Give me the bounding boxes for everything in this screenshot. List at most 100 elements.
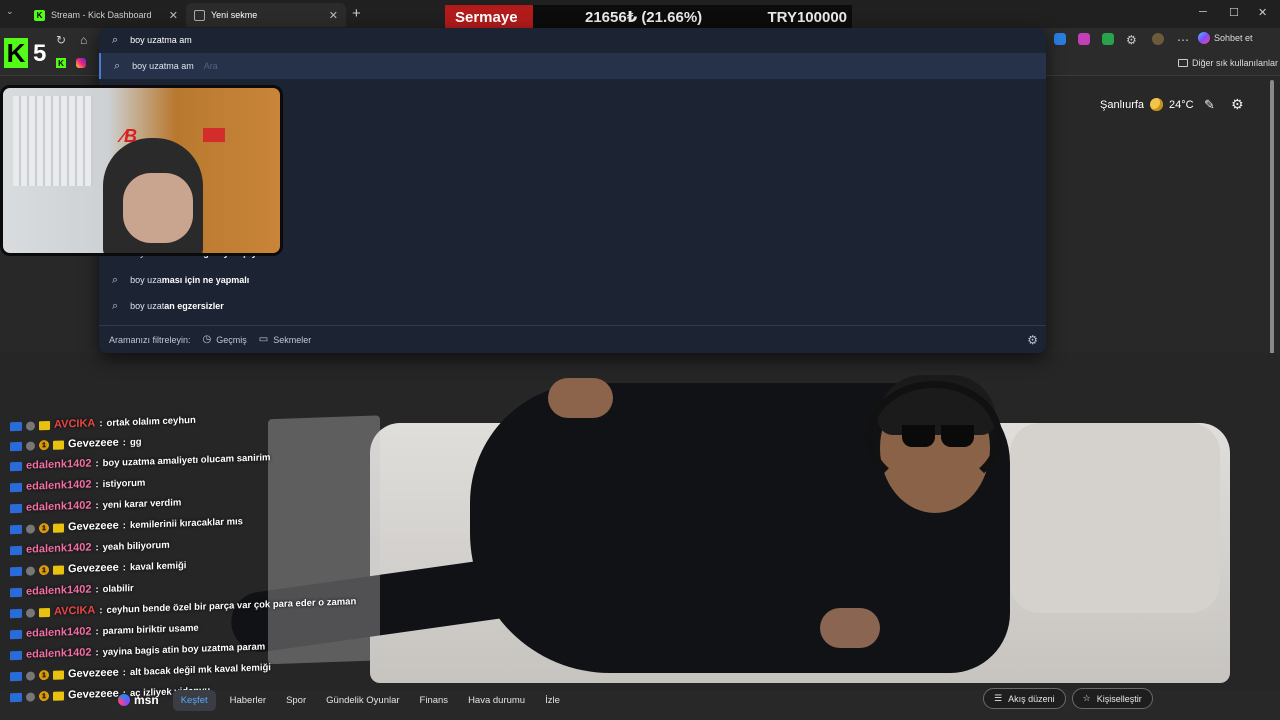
edit-pencil-icon[interactable]: ✎ [1204,97,1215,113]
vip-badge-icon [53,669,64,680]
chat-text: ortak olalım ceyhun [106,414,196,429]
msn-tab-hava-durumu[interactable]: Hava durumu [468,695,525,706]
chat-separator: : [122,561,126,573]
subscriber-badge-icon: 1 [39,564,49,576]
home-icon[interactable]: ⌂ [80,33,87,47]
chat-separator: : [99,604,103,616]
chat-separator: : [95,478,99,490]
extension-icon[interactable] [1078,33,1090,45]
personalize-button[interactable]: ☆ Kişiselleştir [1071,688,1153,709]
search-settings-gear-icon[interactable]: ⚙ [1027,333,1038,347]
other-favorites[interactable]: Diğer sık kullanılanlar [1178,58,1278,68]
folder-icon [1178,59,1188,67]
platform-badge-icon [10,441,22,451]
msn-tab-izle[interactable]: İzle [545,695,560,706]
tab-kick-dashboard[interactable]: K Stream - Kick Dashboard ✕ [26,3,186,27]
platform-badge-icon [10,692,22,702]
chat-message: edalenk1402: boy uzatma amaliyetı olucam … [10,451,271,472]
platform-badge-icon [10,629,22,639]
vip-badge-icon [39,420,50,430]
chat-text: alt bacak değil mk kaval kemiği [129,661,271,678]
platform-badge-icon [10,524,22,534]
suggestion-text: boy uzatma am [132,61,194,71]
suggestion-item[interactable]: ⌕ boy uza ması için ne yapmalı [99,267,1046,293]
extensions-puzzle-icon[interactable]: ⚙ [1126,33,1137,47]
hand-image [820,608,880,648]
chat-text: kemilerinii kıracaklar mıs [129,515,243,531]
filter-history-chip[interactable]: ◷ Geçmiş [203,334,247,345]
msn-logo-text: msn [134,693,159,707]
page-scrollbar[interactable] [1270,80,1274,392]
settings-gear-icon[interactable]: ⚙ [1231,96,1244,113]
feed-layout-button[interactable]: ☰ Akış düzeni [983,688,1066,709]
close-tab-icon[interactable]: ✕ [329,9,338,22]
moderator-badge-icon [26,670,35,681]
filter-label: Aramanızı filtreleyin: [109,334,191,345]
platform-badge-icon [10,421,22,431]
new-tab-plus-icon[interactable]: + [352,5,361,22]
instagram-bookmark-icon[interactable] [76,58,86,68]
moderator-badge-icon [26,420,35,431]
vip-badge-icon [39,607,50,617]
chat-separator: : [95,541,99,553]
extension-icon[interactable] [1102,33,1114,45]
address-bar[interactable]: ⌕ [99,28,1046,52]
msn-tab-finans[interactable]: Finans [420,695,449,706]
filter-history-label: Geçmiş [216,334,247,345]
weather-widget[interactable]: Şanlıurfa 24°C [1100,98,1194,111]
close-tab-icon[interactable]: ✕ [169,9,178,22]
chat-message: edalenk1402: yeah biliyorum [10,539,170,557]
maximize-icon[interactable]: ☐ [1229,6,1239,19]
chat-username: edalenk1402 [26,457,92,472]
close-window-icon[interactable]: ✕ [1258,6,1267,19]
tab-new-tab[interactable]: Yeni sekme ✕ [186,3,346,27]
chat-username: Gevezeee [68,519,119,534]
profile-avatar-icon[interactable] [1152,33,1164,45]
kick-bookmark-icon[interactable]: K [56,58,66,68]
ticker-label: Sermaye [445,5,533,29]
chat-message: AVCIKA: ortak olalım ceyhun [10,414,196,432]
platform-badge-icon [10,461,22,471]
msn-tab-spor[interactable]: Spor [286,695,306,706]
refresh-icon[interactable]: ↻ [56,33,66,47]
msn-tab-gundelik-oyunlar[interactable]: Gündelik Oyunlar [326,695,399,706]
chat-username: Gevezeee [68,436,119,451]
filter-tabs-chip[interactable]: ▭ Sekmeler [259,334,311,345]
platform-badge-icon [10,587,22,597]
subscriber-badge-icon: 1 [39,439,49,451]
suggestion-prefix: boy uza [130,275,162,285]
suggestion-completion: ması için ne yapmalı [161,275,250,285]
moon-cloud-icon [1150,98,1164,111]
tab-list-chevron-icon[interactable]: ⌄ [6,6,14,17]
subscriber-badge-icon: 1 [39,669,49,681]
chat-message: 1 Gevezeee: kemilerinii kıracaklar mıs [10,515,243,535]
copilot-chat-button[interactable]: Sohbet et [1198,32,1253,44]
webcam-overlay: ∕B [0,85,283,256]
chat-username: edalenk1402 [26,646,92,661]
subscriber-badge-icon: 1 [39,690,49,702]
search-icon: ⌕ [112,299,119,312]
suggestion-item[interactable]: ⌕ boy uzatma am Ara [99,53,1046,79]
msn-tab-haberler[interactable]: Haberler [230,695,266,706]
msn-tab-kesfet[interactable]: Keşfet [172,689,216,711]
chat-message: 1 Gevezeee: kaval kemiği [10,559,186,577]
chat-text: yayina bagis atin boy uzatma param [102,640,266,658]
vip-badge-icon [53,522,64,533]
extension-icon[interactable] [1054,33,1066,45]
window-blinds-image [13,96,93,186]
moderator-badge-icon [26,691,35,702]
minimize-icon[interactable]: ─ [1199,6,1207,18]
msn-logo[interactable]: msn [118,693,159,707]
ticker-value: 21656₺ (21.66%) [585,9,703,26]
turkish-flag-image [203,128,225,142]
subscriber-badge-icon: 1 [39,522,49,534]
chat-backdrop-panel [268,415,380,665]
chat-message: edalenk1402: istiyorum [10,477,145,494]
more-menu-icon[interactable]: ⋯ [1177,33,1189,47]
search-icon: ⌕ [112,273,119,286]
search-icon: ⌕ [114,59,121,72]
streamer-face-image [123,173,193,243]
address-search-input[interactable] [130,35,531,45]
suggestion-item[interactable]: ⌕ boy uzat an egzersizler [99,293,1046,319]
chat-text: paramı biriktir usame [102,622,199,637]
